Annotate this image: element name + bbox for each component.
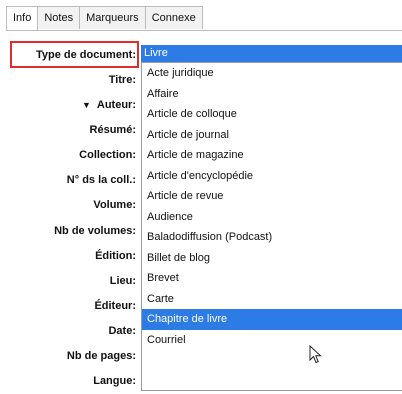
label-auteur-text: Auteur: [96, 99, 136, 112]
option-affaire[interactable]: Affaire [142, 84, 402, 105]
option-audience[interactable]: Audience [142, 207, 402, 228]
label-volume: Volume: [93, 199, 136, 212]
field-labels: Type de document: Titre: ▼ Auteur: Résumé… [0, 38, 139, 394]
option-article-de-journal[interactable]: Article de journal [142, 125, 402, 146]
tab-marqueurs[interactable]: Marqueurs [79, 6, 146, 29]
option-article-de-revue[interactable]: Article de revue [142, 186, 402, 207]
label-editeur: Éditeur: [94, 299, 136, 312]
tab-notes[interactable]: Notes [37, 6, 81, 29]
document-type-select[interactable]: Livre [141, 45, 402, 62]
option-brevet[interactable]: Brevet [142, 268, 402, 289]
option-acte-juridique[interactable]: Acte juridique [142, 63, 402, 84]
label-nb-pages: Nb de pages: [66, 350, 136, 363]
label-nb-volumes: Nb de volumes: [54, 224, 136, 237]
option-article-de-magazine[interactable]: Article de magazine [142, 145, 402, 166]
option-article-de-colloque[interactable]: Article de colloque [142, 104, 402, 125]
disclosure-triangle-icon[interactable]: ▼ [82, 100, 91, 110]
label-titre: Titre: [108, 74, 136, 86]
option-article-d-encyclopedie[interactable]: Article d'encyclopédie [142, 166, 402, 187]
label-collection: Collection: [79, 149, 136, 162]
label-edition: Édition: [95, 249, 136, 262]
label-date: Date: [108, 324, 136, 337]
document-type-dropdown[interactable]: Acte juridique Affaire Article de colloq… [141, 62, 402, 391]
label-lieu: Lieu: [109, 274, 136, 287]
option-courriel[interactable]: Courriel [142, 330, 402, 351]
tab-divider [6, 30, 402, 31]
option-carte[interactable]: Carte [142, 289, 402, 310]
mouse-cursor-icon [309, 345, 322, 364]
option-chapitre-de-livre[interactable]: Chapitre de livre [142, 309, 402, 330]
label-auteur[interactable]: ▼ Auteur: [0, 93, 139, 118]
option-billet-de-blog[interactable]: Billet de blog [142, 248, 402, 269]
tab-info[interactable]: Info [6, 6, 39, 31]
label-type-de-document: Type de document: [35, 49, 136, 61]
label-langue: Langue: [93, 375, 136, 388]
tab-bar: Info Notes Marqueurs Connexe [6, 6, 203, 31]
option-baladodiffusion[interactable]: Baladodiffusion (Podcast) [142, 227, 402, 248]
label-numero-collection: N° ds la coll.: [66, 174, 136, 187]
tab-connexe[interactable]: Connexe [144, 6, 203, 29]
label-resume: Résumé: [89, 124, 136, 137]
